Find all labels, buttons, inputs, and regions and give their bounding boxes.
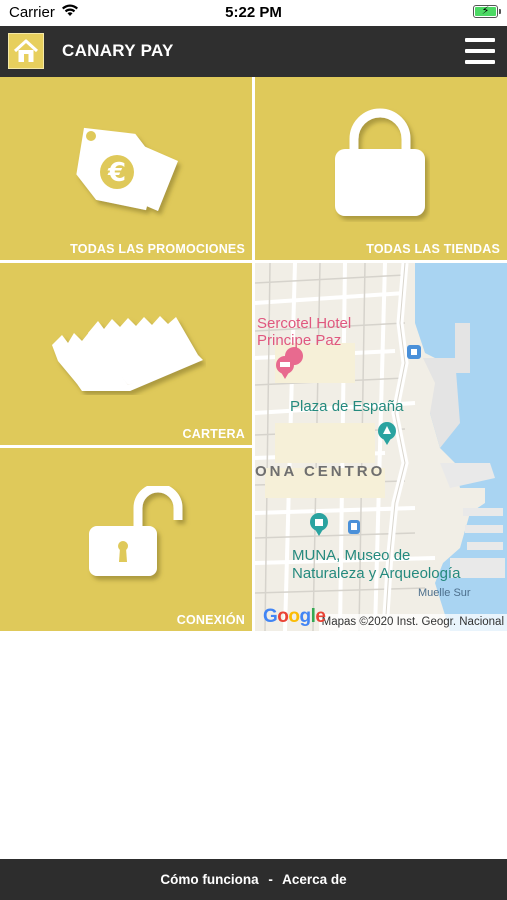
map-label-museum: MUNA, Museo de	[292, 547, 411, 564]
tile-label-promotions: TODAS LAS PROMOCIONES	[70, 242, 245, 256]
top-nav-bar: CANARY PAY	[0, 26, 507, 77]
map-view[interactable]: Sercotel Hotel Principe Paz Plaza de Esp…	[255, 263, 507, 631]
status-time: 5:22 PM	[225, 4, 282, 21]
tile-label-stores: TODAS LAS TIENDAS	[366, 242, 500, 256]
footer-separator: -	[268, 872, 273, 887]
tile-promotions[interactable]: € TODAS LAS PROMOCIONES	[0, 77, 252, 260]
wallet-coupons-icon	[52, 316, 203, 391]
map-label-hotel: Sercotel Hotel	[257, 315, 352, 332]
home-button[interactable]	[8, 33, 44, 69]
unlock-icon	[89, 486, 183, 576]
tile-stores[interactable]: TODAS LAS TIENDAS	[255, 77, 507, 260]
map-attribution[interactable]: Mapas ©2020 Inst. Geogr. Nacional	[318, 614, 507, 631]
tile-wallet[interactable]: CARTERA	[0, 263, 252, 445]
tile-label-wallet: CARTERA	[182, 427, 245, 441]
lock-icon	[335, 108, 425, 216]
about-link[interactable]: Acerca de	[282, 872, 347, 887]
map-label-museum-2: Naturaleza y Arqueología	[292, 565, 461, 582]
home-icon	[13, 39, 39, 62]
footer-bar: Cómo funciona - Acerca de	[0, 859, 507, 900]
app-title: CANARY PAY	[62, 41, 174, 60]
hamburger-menu-button[interactable]	[465, 38, 495, 64]
status-bar: Carrier 5:22 PM ⚡	[0, 0, 507, 26]
svg-text:€: €	[107, 158, 126, 188]
tile-connection[interactable]: CONEXIÓN	[0, 448, 252, 631]
how-it-works-link[interactable]: Cómo funciona	[160, 872, 258, 887]
battery-icon: ⚡	[473, 5, 501, 18]
map-label-hotel-2: Principe Paz	[257, 332, 342, 349]
price-tag-icon: €	[76, 127, 178, 211]
google-logo: Google	[263, 606, 326, 627]
tile-label-connection: CONEXIÓN	[176, 613, 245, 627]
map-label-muelle: Muelle Sur	[418, 587, 471, 599]
map-label-plaza: Plaza de España	[290, 398, 404, 415]
map-label-district: ONA CENTRO	[255, 463, 386, 480]
